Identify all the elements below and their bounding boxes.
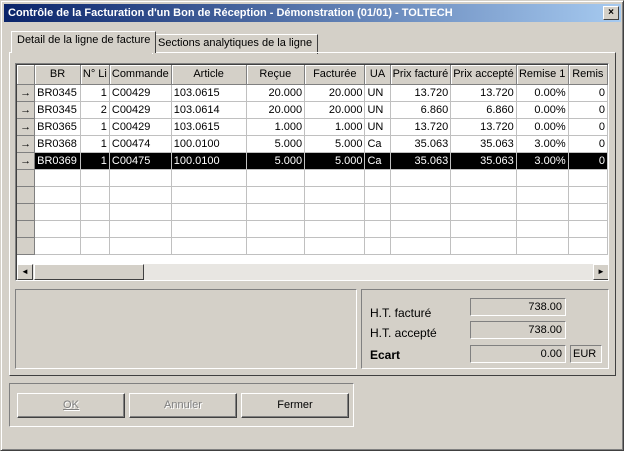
title-bar: Contrôle de la Facturation d'un Bon de R… (4, 4, 621, 22)
ok-button[interactable]: OK (17, 393, 125, 418)
fermer-button[interactable]: Fermer (241, 393, 349, 418)
dialog-window: Contrôle de la Facturation d'un Bon de R… (0, 0, 624, 451)
ok-label: OK (63, 399, 79, 411)
tab-sections-analytiques[interactable]: Sections analytiques de la ligne (152, 34, 319, 54)
window-title: Contrôle de la Facturation d'un Bon de R… (8, 7, 453, 19)
annuler-button[interactable]: Annuler (129, 393, 237, 418)
fermer-label: Fermer (277, 399, 313, 411)
tab-panel (9, 52, 616, 376)
close-button[interactable]: × (603, 6, 619, 20)
tab-sections-label: Sections analytiques de la ligne (158, 37, 313, 49)
tab-detail-ligne[interactable]: Detail de la ligne de facture (11, 31, 157, 53)
tab-detail-label: Detail de la ligne de facture (17, 34, 151, 46)
annuler-label: Annuler (164, 399, 202, 411)
